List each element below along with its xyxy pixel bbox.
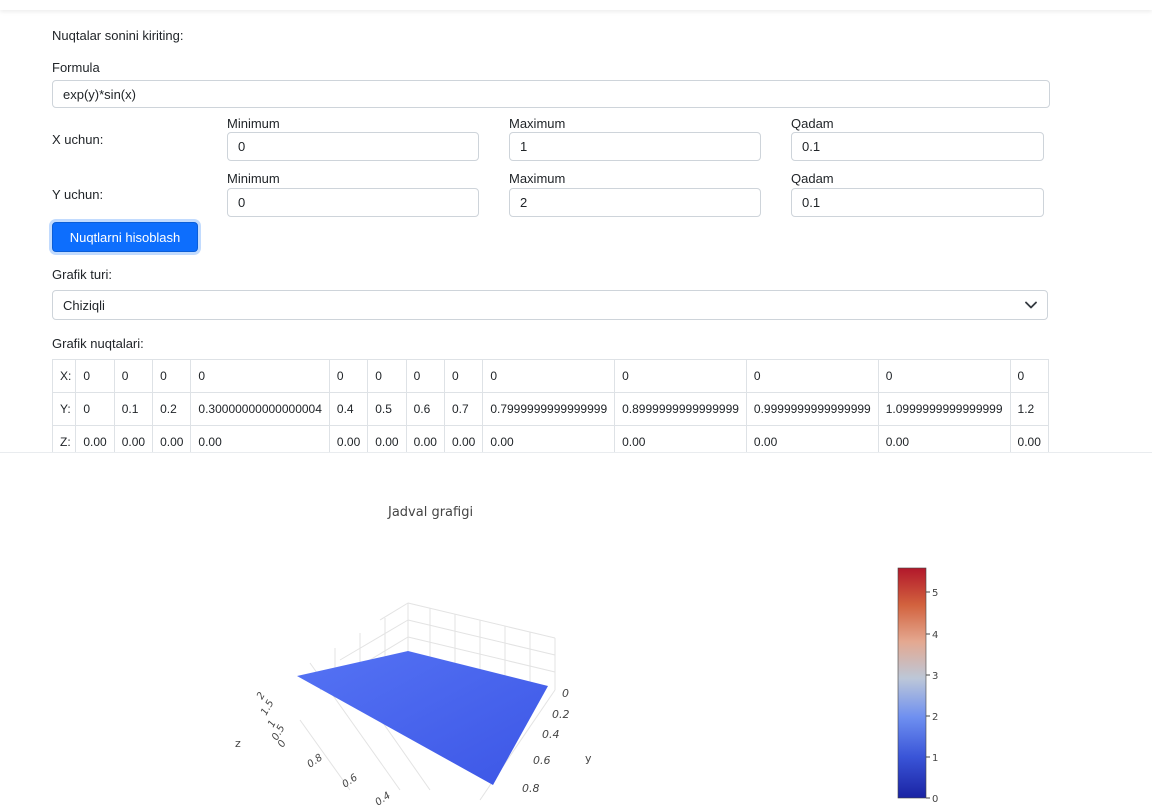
table-cell: 0 (443, 359, 484, 393)
x-min-label: Minimum (227, 116, 280, 131)
formula-input[interactable]: exp(y)*sin(x) (52, 80, 1050, 108)
x-max-label: Maximum (509, 116, 566, 131)
table-cell: 0.00 (877, 425, 1011, 453)
svg-text:0.4: 0.4 (373, 790, 392, 808)
formula-label: Formula (52, 60, 100, 75)
svg-text:3: 3 (932, 671, 938, 682)
svg-text:0: 0 (562, 687, 569, 700)
table-row: Z: 0.00 0.00 0.00 0.00 0.00 0.00 0.00 0.00 0.00 0.… (51, 425, 1049, 453)
table-cell: 0.1 (113, 392, 154, 426)
table-cell: 0.00 (443, 425, 484, 453)
table-cell: 0.00 (405, 425, 445, 453)
svg-text:1.5: 1.5 (259, 698, 276, 717)
svg-text:0.6: 0.6 (533, 754, 551, 767)
table-cell: 0.00 (113, 425, 154, 453)
svg-text:0.6: 0.6 (340, 772, 359, 790)
table-cell: 0.00 (75, 425, 115, 453)
table-cell: 0.00 (367, 425, 407, 453)
x-max-input[interactable]: 1 (509, 132, 761, 161)
svg-text:0.2: 0.2 (552, 708, 570, 721)
svg-text:0: 0 (276, 738, 289, 749)
table-cell: 0.00 (328, 425, 369, 453)
points-table-label: Grafik nuqtalari: (52, 336, 144, 351)
table-cell: 0 (75, 392, 115, 426)
row-header: Y: (51, 392, 77, 426)
table-cell: 0 (152, 359, 192, 393)
chart-type-label: Grafik turi: (52, 267, 112, 282)
points-table: X: 0 0 0 0 0 0 0 0 0 0 0 0 0 Y: 0 0.1 0.2 0.30000000000000… (51, 359, 1049, 453)
svg-text:0.8: 0.8 (305, 752, 324, 770)
table-cell: 0 (877, 359, 1011, 393)
x-row-label: X uchun: (52, 132, 104, 147)
x-min-input[interactable]: 0 (227, 132, 479, 161)
top-bar-shadow (0, 0, 1152, 10)
svg-text:4: 4 (932, 630, 938, 641)
svg-text:1: 1 (932, 753, 938, 764)
y-min-label: Minimum (227, 171, 280, 186)
colorbar-ticks: 5 4 3 2 1 0 (926, 588, 938, 805)
z-axis-title: z (235, 737, 241, 750)
x-step-input[interactable]: 0.1 (791, 132, 1044, 161)
table-cell: 0.5 (367, 392, 407, 426)
table-cell: 0 (367, 359, 407, 393)
chevron-down-icon (1025, 301, 1037, 309)
y-max-label: Maximum (509, 171, 566, 186)
chart-type-select[interactable]: Chiziqli (52, 290, 1048, 320)
table-cell: 0 (482, 359, 616, 393)
table-cell: 0.9999999999999999 (745, 392, 879, 426)
table-cell: 1.0999999999999999 (877, 392, 1011, 426)
table-cell: 0.00 (190, 425, 330, 453)
table-cell: 0.7 (443, 392, 484, 426)
surface-mesh (297, 651, 548, 785)
svg-text:0.4: 0.4 (542, 728, 560, 741)
points-table-viewport: X: 0 0 0 0 0 0 0 0 0 0 0 0 0 Y: 0 0.1 0.2 0.30000000000000… (0, 355, 1152, 453)
table-cell: 0.30000000000000004 (190, 392, 330, 426)
y-step-label: Qadam (791, 171, 834, 186)
y-row-label: Y uchun: (52, 187, 104, 202)
y-min-input[interactable]: 0 (227, 188, 479, 217)
table-cell: 0.00 (745, 425, 879, 453)
section-divider (0, 452, 1152, 453)
colorbar (897, 567, 927, 799)
y-axis-title: y (585, 752, 592, 765)
chart-type-selected: Chiziqli (63, 297, 105, 313)
table-row: Y: 0 0.1 0.2 0.30000000000000004 0.4 0.5 0.6 0.7… (51, 392, 1049, 426)
table-cell: 0.4 (328, 392, 369, 426)
table-cell: 0 (614, 359, 747, 393)
z-axis-ticks: 2 1.5 1 0.5 0 (255, 690, 289, 749)
row-header: X: (51, 359, 77, 393)
table-row: X: 0 0 0 0 0 0 0 0 0 0 0 0 0 (51, 359, 1049, 393)
points-count-label: Nuqtalar sonini kiriting: (52, 28, 184, 43)
row-header: Z: (51, 425, 77, 453)
x-step-label: Qadam (791, 116, 834, 131)
svg-text:0.8: 0.8 (522, 782, 540, 795)
table-cell: 0.2 (152, 392, 192, 426)
table-cell: 0 (1009, 359, 1049, 393)
surface-plot[interactable]: 0 0.2 0.4 0.6 0.8 y 2 1.5 1 0.5 0 z 0.8 … (0, 460, 1152, 808)
table-cell: 0 (113, 359, 154, 393)
svg-text:2: 2 (932, 712, 938, 723)
table-cell: 0 (75, 359, 115, 393)
table-cell: 0.00 (1009, 425, 1049, 453)
calculate-points-button[interactable]: Nuqtlarni hisoblash (52, 222, 198, 252)
table-cell: 0.00 (482, 425, 616, 453)
table-cell: 0.00 (152, 425, 192, 453)
table-cell: 0 (405, 359, 445, 393)
table-cell: 0.6 (405, 392, 445, 426)
table-cell: 1.2 (1009, 392, 1049, 426)
y-max-input[interactable]: 2 (509, 188, 761, 217)
svg-text:5: 5 (932, 588, 938, 599)
table-cell: 0.00 (614, 425, 747, 453)
table-cell: 0 (328, 359, 369, 393)
table-cell: 0 (745, 359, 879, 393)
svg-text:0: 0 (932, 794, 938, 805)
table-cell: 0.7999999999999999 (482, 392, 616, 426)
y-step-input[interactable]: 0.1 (791, 188, 1044, 217)
table-cell: 0.8999999999999999 (614, 392, 747, 426)
table-cell: 0 (190, 359, 330, 393)
